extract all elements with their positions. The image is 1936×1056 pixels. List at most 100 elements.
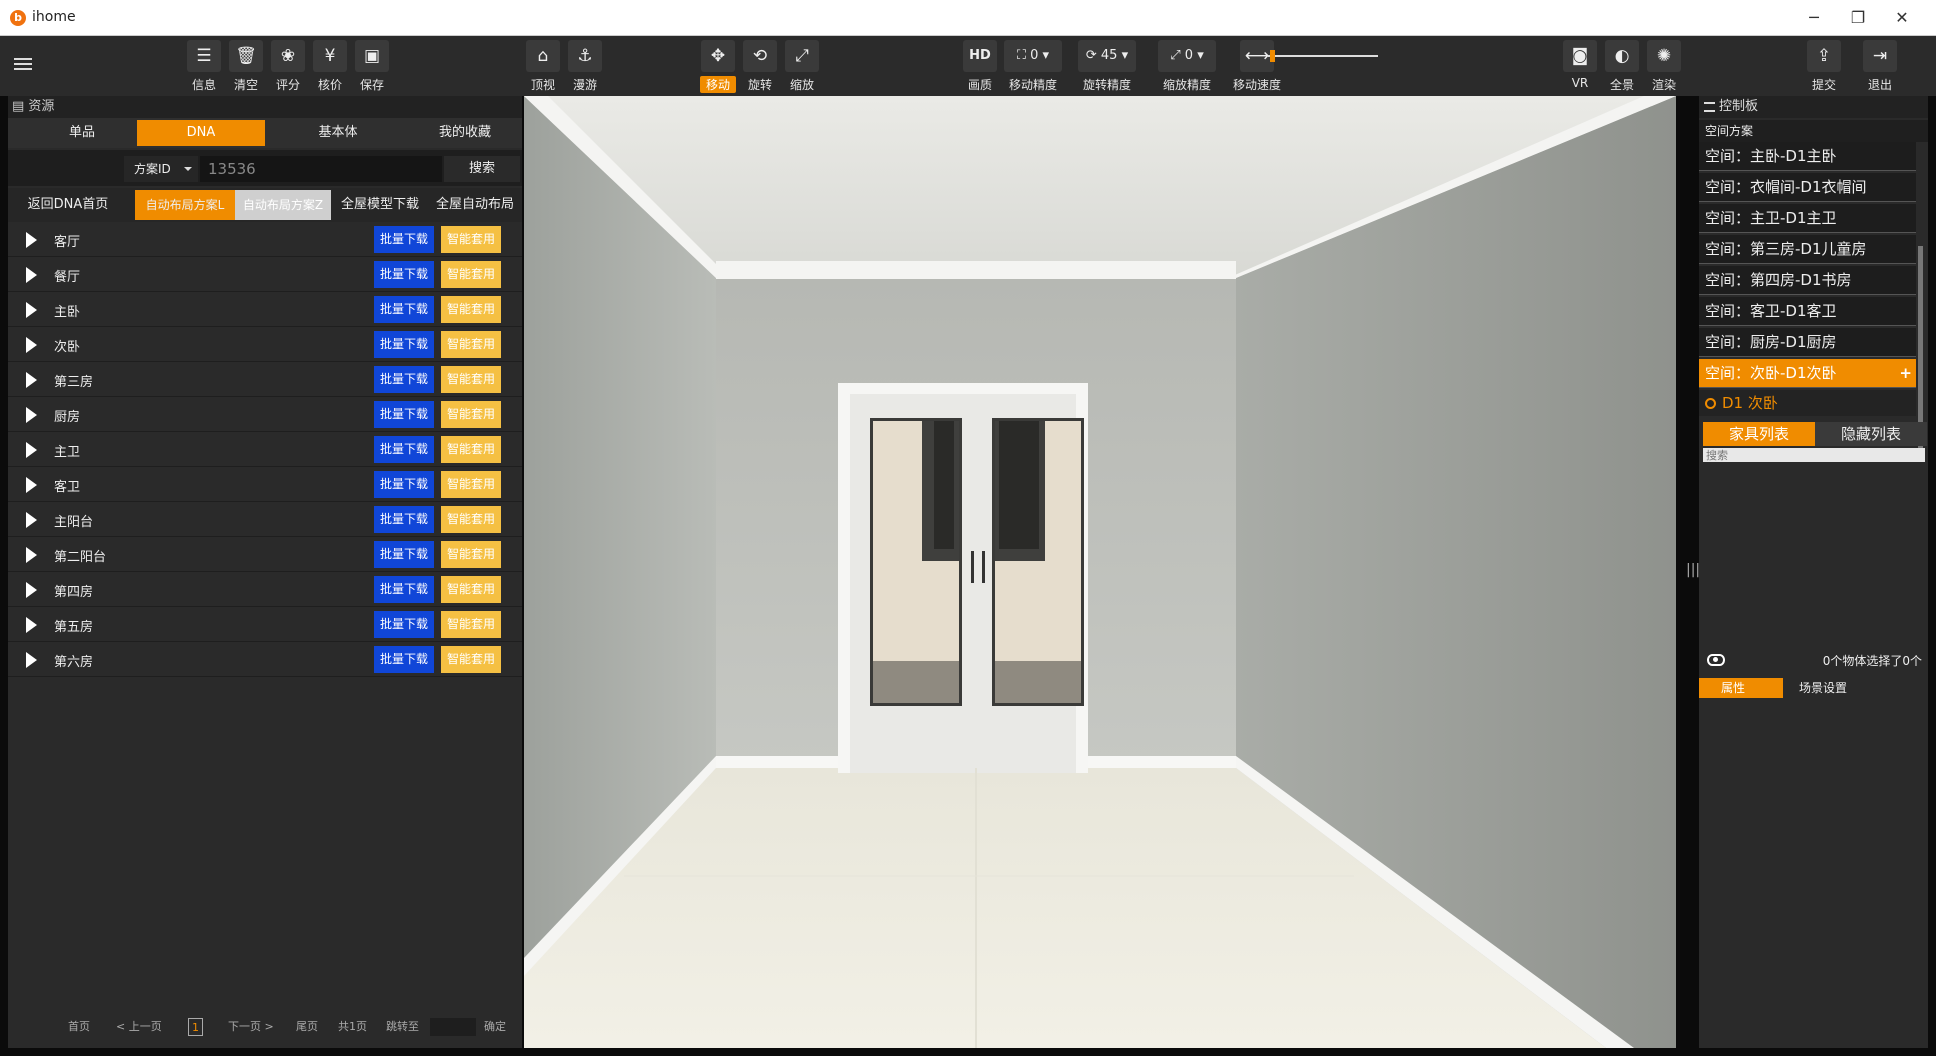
room-row[interactable]: 厨房 批量下载 智能套用 — [8, 397, 522, 432]
smart-apply-button[interactable]: 智能套用 — [441, 296, 501, 323]
expand-triangle-icon[interactable] — [26, 232, 37, 248]
walk-button[interactable]: ⚓ 漫游 — [567, 40, 603, 94]
room-row[interactable]: 第三房 批量下载 智能套用 — [8, 362, 522, 397]
batch-download-button[interactable]: 批量下载 — [374, 401, 434, 428]
room-row[interactable]: 客厅 批量下载 智能套用 — [8, 222, 522, 257]
smart-apply-button[interactable]: 智能套用 — [441, 436, 501, 463]
smart-apply-button[interactable]: 智能套用 — [441, 471, 501, 498]
panorama-button[interactable]: ◐ 全景 — [1604, 40, 1640, 94]
room-row[interactable]: 次卧 批量下载 智能套用 — [8, 327, 522, 362]
hamburger-menu-icon[interactable] — [14, 58, 32, 72]
scheme-id-input[interactable] — [200, 156, 442, 182]
batch-download-button[interactable]: 批量下载 — [374, 296, 434, 323]
smart-apply-button[interactable]: 智能套用 — [441, 401, 501, 428]
search-button[interactable]: 搜索 — [444, 156, 520, 182]
expand-triangle-icon[interactable] — [26, 337, 37, 353]
save-button[interactable]: ▣ 保存 — [354, 40, 390, 94]
expand-triangle-icon[interactable] — [26, 547, 37, 563]
scale-precision-dropdown[interactable]: ⤢ 0 ▾ 缩放精度 — [1158, 40, 1216, 94]
tab-properties[interactable]: 属性 — [1699, 678, 1783, 698]
space-item-active[interactable]: 空间：次卧-D1次卧 + — [1699, 359, 1916, 388]
room-row[interactable]: 第六房 批量下载 智能套用 — [8, 642, 522, 677]
eye-icon[interactable] — [1707, 654, 1725, 666]
expand-triangle-icon[interactable] — [26, 652, 37, 668]
rotate-precision-dropdown[interactable]: ⟳ 45 ▾ 旋转精度 — [1078, 40, 1136, 94]
scale-button[interactable]: ⤢ 缩放 — [784, 40, 820, 94]
tab-dna[interactable]: DNA — [137, 120, 265, 146]
rotate-button[interactable]: ⟲ 旋转 — [742, 40, 778, 94]
smart-apply-button[interactable]: 智能套用 — [441, 261, 501, 288]
smart-apply-button[interactable]: 智能套用 — [441, 611, 501, 638]
smart-apply-button[interactable]: 智能套用 — [441, 331, 501, 358]
smart-apply-button[interactable]: 智能套用 — [441, 576, 501, 603]
back-to-dna-home-button[interactable]: 返回DNA首页 — [12, 190, 124, 220]
last-page-button[interactable]: 尾页 — [296, 1018, 318, 1036]
rate-button[interactable]: ❀ 评分 — [270, 40, 306, 94]
current-page[interactable]: 1 — [188, 1018, 203, 1036]
space-item[interactable]: 空间：第四房-D1书房 — [1699, 266, 1916, 295]
auto-layout-z-button[interactable]: 自动布局方案Z — [235, 190, 331, 220]
batch-download-button[interactable]: 批量下载 — [374, 471, 434, 498]
add-icon[interactable]: + — [1899, 359, 1912, 388]
batch-download-button[interactable]: 批量下载 — [374, 331, 434, 358]
move-button[interactable]: ✥ 移动 — [700, 40, 736, 94]
minimize-icon[interactable]: ─ — [1794, 6, 1834, 30]
batch-download-button[interactable]: 批量下载 — [374, 576, 434, 603]
top-view-button[interactable]: ⌂ 顶视 — [525, 40, 561, 94]
room-row[interactable]: 主卧 批量下载 智能套用 — [8, 292, 522, 327]
move-precision-dropdown[interactable]: ⛶ 0 ▾ 移动精度 — [1004, 40, 1062, 94]
auto-layout-l-button[interactable]: 自动布局方案L — [135, 190, 235, 220]
batch-download-button[interactable]: 批量下载 — [374, 366, 434, 393]
tab-scene-settings[interactable]: 场景设置 — [1799, 678, 1847, 698]
next-page-button[interactable]: 下一页 > — [228, 1018, 274, 1036]
room-row[interactable]: 主卫 批量下载 智能套用 — [8, 432, 522, 467]
room-row[interactable]: 第二阳台 批量下载 智能套用 — [8, 537, 522, 572]
info-button[interactable]: ☰ 信息 — [186, 40, 222, 94]
space-item[interactable]: 空间：衣帽间-D1衣帽间 — [1699, 173, 1916, 202]
batch-download-button[interactable]: 批量下载 — [374, 261, 434, 288]
room-row[interactable]: 客卫 批量下载 智能套用 — [8, 467, 522, 502]
room-row[interactable]: 主阳台 批量下载 智能套用 — [8, 502, 522, 537]
expand-triangle-icon[interactable] — [26, 512, 37, 528]
expand-triangle-icon[interactable] — [26, 617, 37, 633]
batch-download-button[interactable]: 批量下载 — [374, 646, 434, 673]
price-button[interactable]: ¥ 核价 — [312, 40, 348, 94]
search-type-select[interactable]: 方案ID — [124, 156, 198, 182]
clear-button[interactable]: 🗑 清空 — [228, 40, 264, 94]
tab-favorites[interactable]: 我的收藏 — [401, 120, 529, 146]
smart-apply-button[interactable]: 智能套用 — [441, 226, 501, 253]
tab-furniture-list[interactable]: 家具列表 — [1703, 422, 1815, 446]
smart-apply-button[interactable]: 智能套用 — [441, 541, 501, 568]
vr-button[interactable]: ◙ VR — [1562, 40, 1598, 94]
confirm-jump-button[interactable]: 确定 — [484, 1018, 506, 1036]
space-item[interactable]: 空间：客卫-D1客卫 — [1699, 297, 1916, 326]
tab-single[interactable]: 单品 — [18, 120, 146, 146]
space-item[interactable]: 空间：厨房-D1厨房 — [1699, 328, 1916, 357]
render-button[interactable]: ✺ 渲染 — [1646, 40, 1682, 94]
expand-triangle-icon[interactable] — [26, 407, 37, 423]
smart-apply-button[interactable]: 智能套用 — [441, 506, 501, 533]
room-row[interactable]: 第四房 批量下载 智能套用 — [8, 572, 522, 607]
quality-button[interactable]: HD 画质 — [962, 40, 998, 94]
first-page-button[interactable]: 首页 — [68, 1018, 90, 1036]
prev-page-button[interactable]: < 上一页 — [116, 1018, 162, 1036]
move-speed-slider-handle[interactable] — [1270, 50, 1275, 62]
expand-triangle-icon[interactable] — [26, 442, 37, 458]
room-row[interactable]: 餐厅 批量下载 智能套用 — [8, 257, 522, 292]
batch-download-button[interactable]: 批量下载 — [374, 226, 434, 253]
space-item[interactable]: 空间：主卫-D1主卫 — [1699, 204, 1916, 233]
expand-triangle-icon[interactable] — [26, 302, 37, 318]
3d-viewport[interactable] — [524, 96, 1676, 1048]
whole-house-download-button[interactable]: 全屋模型下载 — [333, 190, 427, 220]
expand-triangle-icon[interactable] — [26, 372, 37, 388]
close-icon[interactable]: ✕ — [1882, 6, 1922, 30]
scheme-item-selected[interactable]: D1 次卧 — [1699, 390, 1916, 416]
move-speed-slider-track[interactable] — [1268, 55, 1378, 57]
expand-triangle-icon[interactable] — [26, 267, 37, 283]
smart-apply-button[interactable]: 智能套用 — [441, 366, 501, 393]
expand-triangle-icon[interactable] — [26, 477, 37, 493]
whole-house-auto-layout-button[interactable]: 全屋自动布局 — [429, 190, 521, 220]
batch-download-button[interactable]: 批量下载 — [374, 541, 434, 568]
batch-download-button[interactable]: 批量下载 — [374, 436, 434, 463]
room-row[interactable]: 第五房 批量下载 智能套用 — [8, 607, 522, 642]
